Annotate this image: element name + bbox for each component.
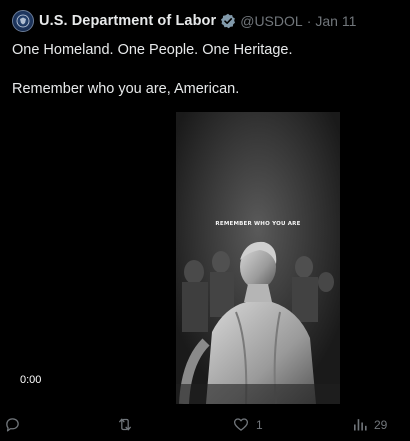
video-frame[interactable]: REMEMBER WHO YOU ARE	[176, 112, 340, 404]
reply-icon	[6, 418, 19, 432]
views-count: 29	[374, 417, 388, 432]
tweet-text: One Homeland. One People. One Heritage. …	[12, 40, 402, 99]
tweet-header: U.S. Department of Labor @USDOL · Jan 11	[12, 10, 356, 32]
avatar[interactable]	[12, 10, 34, 32]
video-timestamp: 0:00	[20, 374, 42, 386]
tweet: U.S. Department of Labor @USDOL · Jan 11…	[0, 0, 410, 441]
author-handle[interactable]: @USDOL	[240, 13, 302, 29]
like-count: 1	[256, 417, 263, 432]
video-player[interactable]: REMEMBER WHO YOU ARE 0:00	[0, 112, 410, 404]
tweet-date[interactable]: Jan 11	[315, 13, 356, 29]
tweet-text-line-2: Remember who you are, American.	[12, 81, 240, 97]
statue-image	[176, 112, 340, 404]
views-button[interactable]: 29	[352, 416, 387, 433]
retweet-button[interactable]	[116, 416, 134, 433]
like-button[interactable]: 1	[232, 416, 263, 433]
views-icon	[354, 419, 367, 431]
verified-badge-icon	[220, 13, 236, 29]
video-overlay-text: REMEMBER WHO YOU ARE	[215, 221, 301, 227]
retweet-icon	[119, 418, 131, 431]
tweet-text-line-1: One Homeland. One People. One Heritage.	[12, 42, 293, 58]
heart-icon	[233, 418, 249, 431]
seal-icon	[16, 14, 30, 28]
author-name[interactable]: U.S. Department of Labor	[39, 13, 216, 29]
reply-button[interactable]	[4, 416, 21, 433]
separator-dot: ·	[306, 13, 312, 29]
tweet-actions: 1 29	[0, 412, 410, 440]
